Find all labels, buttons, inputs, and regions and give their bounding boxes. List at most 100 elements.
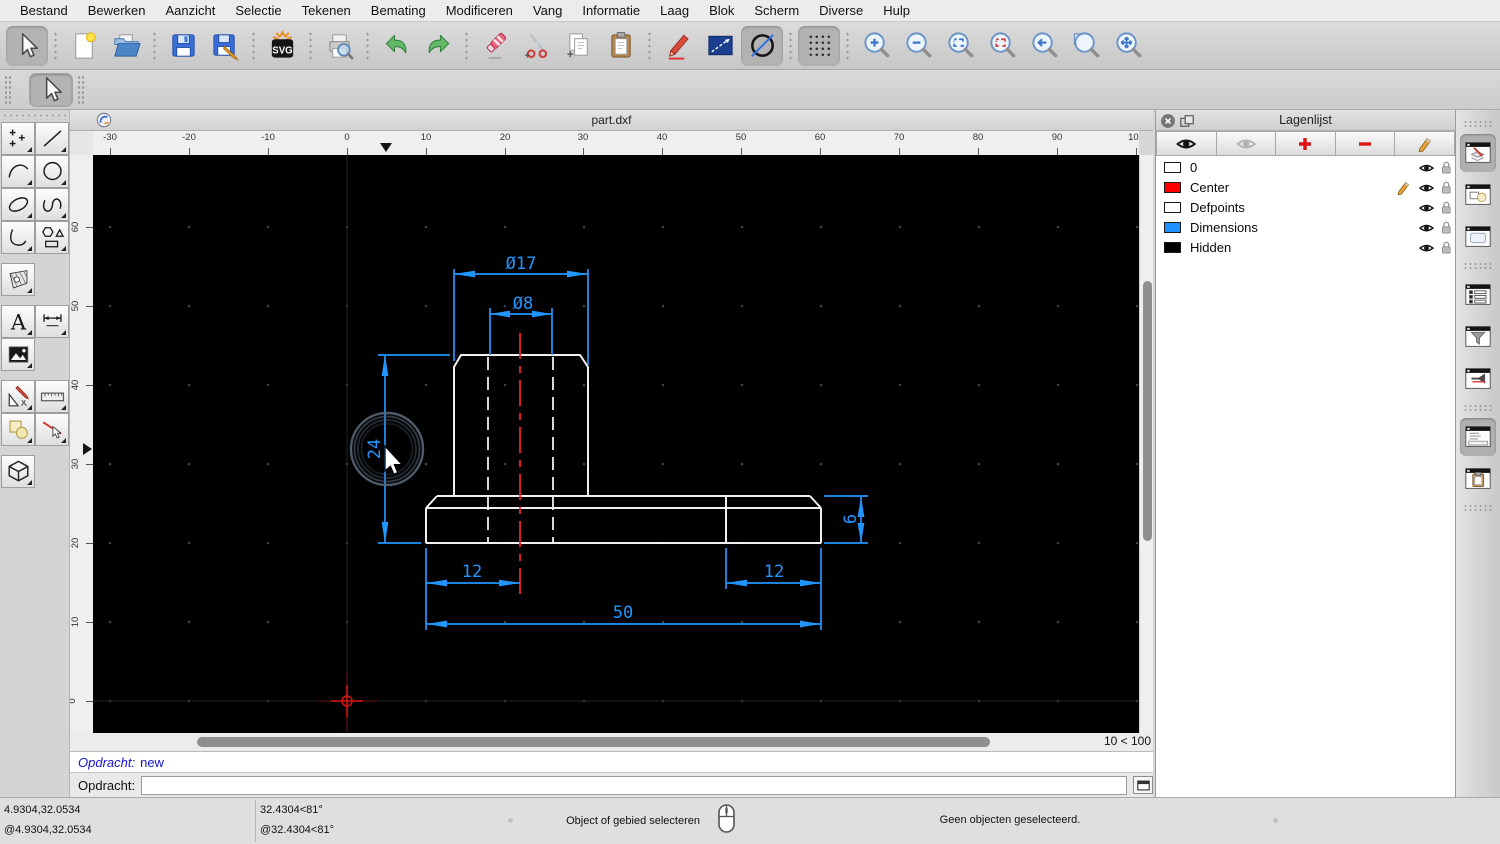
vertical-scrollbar-thumb[interactable]: [1143, 281, 1152, 541]
svg-export-button[interactable]: SVG: [261, 26, 303, 66]
win-clipboard-toggle-button[interactable]: [1460, 460, 1496, 498]
menu-item-vang[interactable]: Vang: [523, 0, 572, 22]
win-filter-toggle-button[interactable]: [1460, 318, 1496, 356]
menu-item-diverse[interactable]: Diverse: [809, 0, 873, 22]
grid-toggle-button[interactable]: [798, 26, 840, 66]
close-panel-icon[interactable]: [1160, 113, 1176, 129]
remove-layer-button[interactable]: [1336, 131, 1396, 156]
line-tool-button[interactable]: [35, 122, 69, 155]
hatch-tool-button[interactable]: [1, 263, 35, 296]
redo-button[interactable]: [417, 26, 459, 66]
circle-tool-button[interactable]: [35, 155, 69, 188]
layer-row-hidden[interactable]: Hidden: [1156, 237, 1455, 257]
undo-button[interactable]: [375, 26, 417, 66]
cut-button[interactable]: [516, 26, 558, 66]
add-layer-button[interactable]: [1276, 131, 1336, 156]
win-pen-palette-toggle-button[interactable]: [1460, 360, 1496, 398]
layer-lock-icon[interactable]: [1441, 160, 1452, 175]
undock-panel-icon[interactable]: [1179, 113, 1195, 129]
toggle-layer-visibility-button[interactable]: [1217, 131, 1277, 156]
win-library-toggle-button[interactable]: [1460, 218, 1496, 256]
toolbar-handle[interactable]: [77, 75, 85, 105]
image-tool-button[interactable]: [1, 338, 35, 371]
layer-row-center[interactable]: Center: [1156, 177, 1455, 197]
win-command-widget-toggle-button[interactable]: [1460, 418, 1496, 456]
menu-item-blok[interactable]: Blok: [699, 0, 744, 22]
save-button[interactable]: [162, 26, 204, 66]
layer-lock-icon[interactable]: [1441, 180, 1452, 195]
layer-row-0[interactable]: 0: [1156, 157, 1455, 177]
cube-tool-button[interactable]: [1, 455, 35, 488]
zoom-window-button[interactable]: [1065, 26, 1107, 66]
folder-open-button[interactable]: [105, 26, 147, 66]
zoom-out-button[interactable]: [897, 26, 939, 66]
menu-item-scherm[interactable]: Scherm: [744, 0, 809, 22]
measure-tool-button[interactable]: [35, 380, 69, 413]
palette-handle[interactable]: [2, 113, 66, 120]
drawing-canvas[interactable]: Ø17 Ø8 24 6 12 12 50: [93, 155, 1139, 733]
zoom-in-button[interactable]: [855, 26, 897, 66]
command-window-button[interactable]: [1133, 776, 1153, 794]
copy-button[interactable]: [558, 26, 600, 66]
text-tool-button[interactable]: A: [1, 305, 35, 338]
menu-item-hulp[interactable]: Hulp: [873, 0, 920, 22]
menu-item-laag[interactable]: Laag: [650, 0, 699, 22]
eraser-button[interactable]: [474, 26, 516, 66]
toolbar-handle[interactable]: [4, 75, 12, 105]
vertical-scrollbar[interactable]: [1139, 155, 1153, 733]
menu-item-bewerken[interactable]: Bewerken: [78, 0, 156, 22]
zoom-auto-button[interactable]: [939, 26, 981, 66]
menu-item-modificeren[interactable]: Modificeren: [436, 0, 523, 22]
line-tool-button[interactable]: [699, 26, 741, 66]
layer-lock-icon[interactable]: [1441, 200, 1452, 215]
win-entity-list-toggle-button[interactable]: [1460, 276, 1496, 314]
menu-item-informatie[interactable]: Informatie: [572, 0, 650, 22]
menu-item-aanzicht[interactable]: Aanzicht: [156, 0, 226, 22]
layer-row-defpoints[interactable]: Defpoints: [1156, 197, 1455, 217]
polygon-tool-button[interactable]: [35, 221, 69, 254]
layer-visibility-icon[interactable]: [1418, 161, 1435, 174]
document-title-bar[interactable]: part.dxf: [70, 110, 1153, 131]
order-tool-button[interactable]: [1, 413, 35, 446]
win-layer-list-toggle-button[interactable]: [1460, 134, 1496, 172]
edit-pen-button[interactable]: [657, 26, 699, 66]
dock-handle[interactable]: [1463, 504, 1493, 512]
ellipse-tool-button[interactable]: [1, 188, 35, 221]
zoom-previous-button[interactable]: [1023, 26, 1065, 66]
paste-button[interactable]: [600, 26, 642, 66]
layer-visibility-icon[interactable]: [1418, 201, 1435, 214]
menu-item-tekenen[interactable]: Tekenen: [292, 0, 361, 22]
layer-lock-icon[interactable]: [1441, 240, 1452, 255]
layer-visibility-icon[interactable]: [1418, 221, 1435, 234]
menu-item-bemating[interactable]: Bemating: [361, 0, 436, 22]
doc-new-button[interactable]: [63, 26, 105, 66]
arc-tool-button[interactable]: [1, 155, 35, 188]
zoom-pan-button[interactable]: [1107, 26, 1149, 66]
modify-tool-button[interactable]: [1, 380, 35, 413]
menu-item-bestand[interactable]: Bestand: [10, 0, 78, 22]
dock-handle[interactable]: [1463, 120, 1493, 128]
horizontal-scrollbar-thumb[interactable]: [197, 737, 990, 747]
edit-layer-button[interactable]: [1395, 131, 1455, 156]
explode-tool-button[interactable]: [35, 413, 69, 446]
print-preview-button[interactable]: [318, 26, 360, 66]
horizontal-scrollbar[interactable]: [93, 733, 1139, 751]
layer-row-dimensions[interactable]: Dimensions: [1156, 217, 1455, 237]
layer-lock-icon[interactable]: [1441, 220, 1452, 235]
ellipse-tool-button[interactable]: [741, 26, 783, 66]
cursor-arrow-button[interactable]: [6, 26, 48, 66]
polyline-tool-button[interactable]: [1, 221, 35, 254]
command-input[interactable]: [141, 776, 1127, 795]
select-tool-button[interactable]: [29, 73, 73, 107]
dimension-tool-button[interactable]: [35, 305, 69, 338]
layer-visibility-icon[interactable]: [1418, 241, 1435, 254]
menu-item-selectie[interactable]: Selectie: [225, 0, 291, 22]
spline-tool-button[interactable]: [35, 188, 69, 221]
win-block-list-toggle-button[interactable]: [1460, 176, 1496, 214]
save-as-button[interactable]: [204, 26, 246, 66]
zoom-selection-button[interactable]: [981, 26, 1023, 66]
layer-visibility-icon[interactable]: [1418, 181, 1435, 194]
show-all-layers-button[interactable]: [1156, 131, 1217, 156]
dim-left-offset: 12: [462, 562, 482, 582]
points-tool-button[interactable]: [1, 122, 35, 155]
